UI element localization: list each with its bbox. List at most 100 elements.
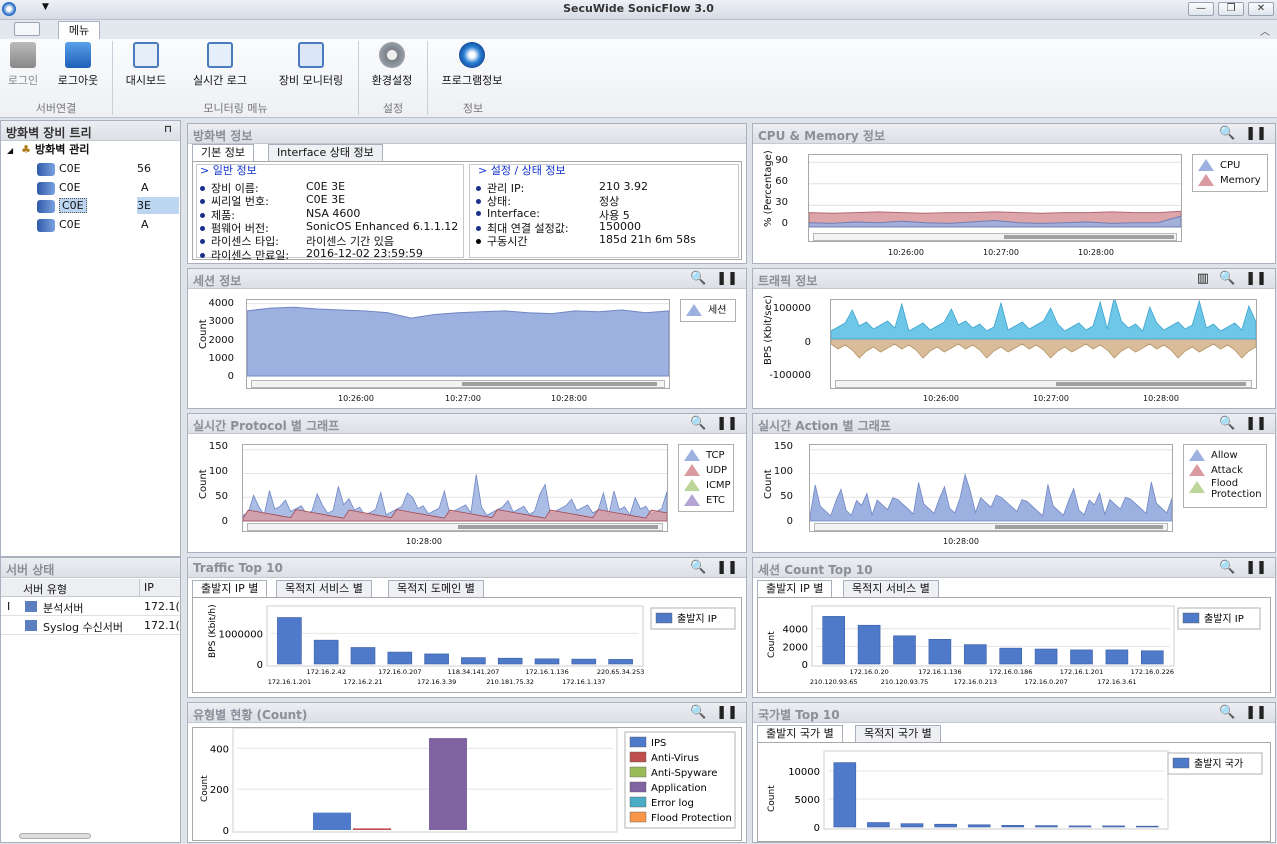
logout-button[interactable]: 로그아웃 bbox=[50, 42, 106, 88]
tree-title: 방화벽 장비 트리 bbox=[6, 126, 92, 140]
tab-dest-service[interactable]: 목적지 서비스 별 bbox=[843, 580, 939, 597]
tab-menu[interactable]: 메뉴 bbox=[58, 21, 100, 40]
tab-source-ip[interactable]: 출발지 IP 별 bbox=[192, 580, 268, 597]
server-icon bbox=[25, 601, 37, 612]
dashboard-button[interactable]: 대시보드 bbox=[118, 42, 174, 88]
quick-access-dropdown-icon[interactable]: ▼ bbox=[42, 2, 49, 12]
col-ip[interactable]: IP bbox=[144, 581, 154, 594]
y-axis-label: Count bbox=[200, 775, 210, 802]
legend-swatch bbox=[1172, 757, 1190, 769]
type-count-chart: 400 200 0 Count IPS Anti-Virus Anti-Spyware App… bbox=[200, 727, 736, 837]
tab-dest-service[interactable]: 목적지 서비스 별 bbox=[276, 580, 372, 597]
chart-scrollbar[interactable] bbox=[247, 523, 663, 531]
y-tick-label: 2000 bbox=[783, 642, 808, 653]
zoom-icon[interactable]: 🔍 bbox=[1219, 560, 1235, 575]
status-label: Interface: bbox=[476, 207, 540, 220]
tab-interface-info[interactable]: Interface 상태 정보 bbox=[268, 144, 383, 161]
tab-source-ip[interactable]: 출발지 IP 별 bbox=[757, 580, 833, 597]
tree-item-device[interactable]: C0E 56 bbox=[37, 160, 179, 177]
tree-root[interactable]: ◢ ♣ 방화벽 관리 bbox=[7, 141, 89, 158]
bar bbox=[1140, 650, 1164, 665]
pause-icon[interactable]: ❚❚ bbox=[1245, 126, 1267, 141]
x-tick-label: 172.16.0.226 bbox=[1131, 668, 1174, 676]
y-tick-label: 5000 bbox=[795, 795, 820, 806]
chart-scrollbar[interactable] bbox=[835, 380, 1252, 388]
y-tick-label: 100000 bbox=[772, 303, 811, 314]
cpu-memory-panel: CPU & Memory 정보 🔍 ❚❚ % (Percentage) 90 60 3… bbox=[752, 123, 1276, 264]
program-info-button[interactable]: 프로그램정보 bbox=[432, 42, 512, 88]
pause-icon[interactable]: ❚❚ bbox=[1245, 560, 1267, 575]
pause-icon[interactable]: ❚❚ bbox=[716, 271, 738, 286]
zoom-icon[interactable]: 🔍 bbox=[690, 560, 706, 575]
chart-scrollbar[interactable] bbox=[251, 380, 665, 388]
settings-button[interactable]: 환경설정 bbox=[364, 42, 420, 88]
pause-icon[interactable]: ❚❚ bbox=[716, 560, 738, 575]
pin-icon[interactable]: ⊓ bbox=[164, 124, 172, 135]
chart-scrollbar[interactable] bbox=[814, 523, 1168, 531]
zoom-icon[interactable]: 🔍 bbox=[690, 271, 706, 286]
table-row[interactable]: I 분석서버 172.1( bbox=[1, 598, 180, 616]
legend-memory: Memory bbox=[1198, 173, 1262, 188]
series-session bbox=[246, 306, 670, 377]
realtime-log-button[interactable]: 실시간 로그 bbox=[182, 42, 258, 88]
pause-icon[interactable]: ❚❚ bbox=[1245, 705, 1267, 720]
zoom-icon[interactable]: 🔍 bbox=[1219, 271, 1235, 286]
server-status-title: 서버 상태 bbox=[1, 558, 180, 578]
close-button[interactable]: ✕ bbox=[1248, 2, 1274, 16]
bar bbox=[313, 812, 351, 830]
x-tick-label: 172.16.0.207 bbox=[1024, 678, 1067, 686]
tab-basic-info[interactable]: 기본 정보 bbox=[192, 144, 254, 161]
cpu-memory-chart bbox=[808, 161, 1182, 228]
gear-icon bbox=[379, 42, 405, 68]
minimize-button[interactable]: — bbox=[1188, 2, 1214, 16]
tree-item-device[interactable]: C0E A bbox=[37, 216, 179, 233]
bar bbox=[387, 651, 413, 665]
legend-swatch bbox=[629, 736, 647, 748]
lock-blue-icon bbox=[65, 42, 91, 68]
legend-udp: UDP bbox=[684, 463, 728, 478]
chart-scrollbar[interactable] bbox=[813, 233, 1177, 241]
tab-source-country[interactable]: 출발지 국가 별 bbox=[757, 725, 843, 742]
horizontal-scrollbar[interactable] bbox=[19, 833, 91, 839]
login-button[interactable]: 로그인 bbox=[4, 42, 42, 88]
table-row[interactable]: Syslog 수신서버 172.1( bbox=[1, 617, 180, 635]
pause-icon[interactable]: ❚❚ bbox=[716, 705, 738, 720]
y-tick-label: 10000 bbox=[788, 767, 820, 778]
quick-access-button[interactable] bbox=[14, 22, 40, 36]
collapse-icon[interactable]: ◢ bbox=[7, 146, 13, 155]
lock-gray-icon bbox=[10, 42, 36, 68]
device-monitoring-button[interactable]: 장비 모니터링 bbox=[268, 42, 354, 88]
legend-etc: ETC bbox=[684, 493, 728, 508]
pause-icon[interactable]: ❚❚ bbox=[716, 416, 738, 431]
zoom-icon[interactable]: 🔍 bbox=[1219, 705, 1235, 720]
y-tick-label: 3000 bbox=[208, 316, 234, 328]
x-tick-label: 172.16.1.201 bbox=[268, 678, 311, 686]
tab-dest-domain[interactable]: 목적지 도메인 별 bbox=[388, 580, 484, 597]
fw-info-title: 방화벽 정보 bbox=[188, 124, 746, 144]
tree-item-device[interactable]: C0E A bbox=[37, 179, 179, 196]
columns-icon[interactable]: ▥ bbox=[1197, 271, 1209, 286]
y-tick-label: 50 bbox=[215, 491, 228, 502]
device-icon bbox=[298, 42, 324, 68]
zoom-icon[interactable]: 🔍 bbox=[690, 705, 706, 720]
series-udp bbox=[242, 509, 668, 522]
restore-button[interactable]: ❐ bbox=[1218, 2, 1244, 16]
legend-label: Anti-Spyware bbox=[651, 768, 717, 779]
col-server-type[interactable]: 서버 유형 bbox=[23, 581, 67, 597]
pause-icon[interactable]: ❚❚ bbox=[1245, 271, 1267, 286]
ribbon-tab-strip bbox=[0, 20, 1277, 39]
country-top10-chart: 10000 5000 0 Count 출발지 국가 bbox=[767, 750, 1263, 834]
info-globe-icon bbox=[459, 42, 485, 68]
tab-dest-country[interactable]: 목적지 국가 별 bbox=[855, 725, 941, 742]
y-tick-label: 100 bbox=[208, 466, 228, 477]
ribbon-collapse-icon[interactable]: ︿ bbox=[1260, 23, 1270, 38]
bar bbox=[928, 639, 952, 665]
tree-item-device-selected[interactable]: C0E 3E bbox=[37, 197, 179, 214]
legend-swatch bbox=[629, 751, 647, 763]
x-tick-label: 172.16.1.136 bbox=[525, 668, 568, 676]
zoom-icon[interactable]: 🔍 bbox=[1219, 126, 1235, 141]
zoom-icon[interactable]: 🔍 bbox=[1219, 416, 1235, 431]
info-value: C0E 3E bbox=[306, 180, 346, 193]
pause-icon[interactable]: ❚❚ bbox=[1245, 416, 1267, 431]
zoom-icon[interactable]: 🔍 bbox=[690, 416, 706, 431]
